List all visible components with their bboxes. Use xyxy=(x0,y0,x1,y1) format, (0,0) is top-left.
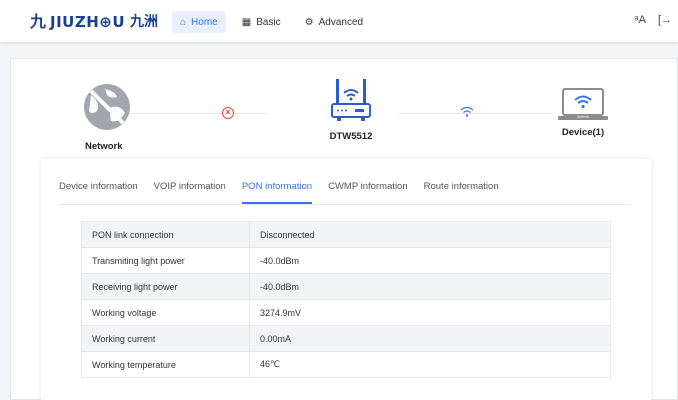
tab-route-information[interactable]: Route information xyxy=(424,173,499,204)
network-label: Network xyxy=(85,141,123,152)
table-row: PON link connection Disconnected xyxy=(81,221,611,248)
tab-cwmp-information[interactable]: CWMP information xyxy=(328,173,408,204)
logo-text: JIUZH⊕U xyxy=(50,13,126,31)
router-icon xyxy=(331,79,371,121)
info-tabs: Device information VOIP information PON … xyxy=(59,173,631,205)
tx-power-key: Transmiting light power xyxy=(81,247,250,274)
router-label: DTW5512 xyxy=(329,131,373,142)
client-device-label: Device(1) xyxy=(561,127,605,138)
home-icon: ⌂ xyxy=(180,16,187,28)
disconnected-icon: × xyxy=(222,107,234,119)
temperature-value: 46℃ xyxy=(249,351,611,378)
logo-chinese-text: 九洲 xyxy=(130,14,159,30)
rx-power-value: -40.0dBm xyxy=(249,273,611,300)
current-key: Working current xyxy=(81,325,250,352)
voltage-value: 3274.9mV xyxy=(249,299,611,326)
table-row: Receiving light power -40.0dBm xyxy=(81,273,611,300)
rx-power-key: Receiving light power xyxy=(81,273,250,300)
network-globe-icon xyxy=(84,84,130,130)
header-actions: ᵃA [→ xyxy=(635,14,673,26)
router-node[interactable]: DTW5512 xyxy=(311,77,391,142)
nav-advanced-label: Advanced xyxy=(318,16,364,28)
laptop-icon xyxy=(558,88,608,120)
tab-pon-information[interactable]: PON information xyxy=(241,173,313,204)
top-header: 九 JIUZH⊕U 九洲 ⌂ Home ▦ Basic ⚙ Advanced ᵃ… xyxy=(0,0,678,42)
gear-icon: ⚙ xyxy=(304,16,314,28)
nav-advanced[interactable]: ⚙ Advanced xyxy=(297,11,371,33)
grid-icon: ▦ xyxy=(241,16,252,28)
brand-logo[interactable]: 九 JIUZH⊕U 九洲 xyxy=(30,12,158,32)
table-row: Transmiting light power -40.0dBm xyxy=(81,247,611,274)
client-device-node[interactable]: Device(1) xyxy=(547,87,619,138)
pon-info-table: PON link connection Disconnected Transmi… xyxy=(81,221,611,378)
pon-link-key: PON link connection xyxy=(81,221,250,248)
pon-link-value: Disconnected xyxy=(249,221,611,248)
network-node[interactable]: Network xyxy=(71,81,143,152)
temperature-key: Working temperature xyxy=(81,351,250,378)
nav-home[interactable]: ⌂ Home xyxy=(172,11,226,33)
tx-power-value: -40.0dBm xyxy=(249,247,611,274)
translate-icon[interactable]: ᵃA xyxy=(635,14,646,26)
table-row: Working voltage 3274.9mV xyxy=(81,299,611,326)
tab-voip-information[interactable]: VOIP information xyxy=(154,173,226,204)
nav-basic-label: Basic xyxy=(256,16,281,28)
main-nav: ⌂ Home ▦ Basic ⚙ Advanced xyxy=(172,11,371,33)
table-row: Working temperature 46℃ xyxy=(81,351,611,378)
nav-basic[interactable]: ▦ Basic xyxy=(234,11,289,33)
table-row: Working current 0.00mA xyxy=(81,325,611,352)
main-content: Network × DTW5512 Device(1) Device infor… xyxy=(10,58,678,400)
nav-home-label: Home xyxy=(191,16,218,28)
link-line-router-device xyxy=(399,113,551,114)
voltage-key: Working voltage xyxy=(81,299,250,326)
wifi-link-icon xyxy=(460,106,474,121)
tab-device-information[interactable]: Device information xyxy=(59,173,138,204)
info-panel: Device information VOIP information PON … xyxy=(41,159,651,400)
logout-icon[interactable]: [→ xyxy=(658,14,672,26)
current-value: 0.00mA xyxy=(249,325,611,352)
logo-mark: 九 xyxy=(30,12,47,31)
